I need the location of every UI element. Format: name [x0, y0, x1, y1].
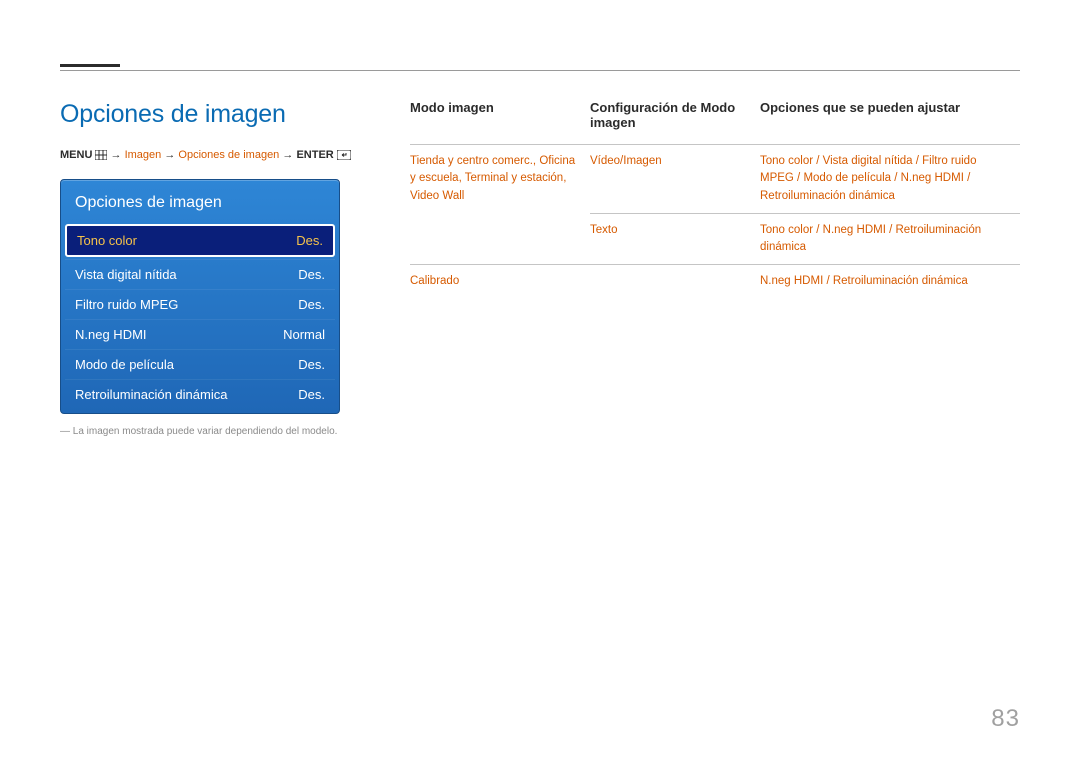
osd-row-label: Filtro ruido MPEG [75, 297, 178, 312]
osd-row[interactable]: Modo de película Des. [65, 349, 335, 379]
enter-icon [337, 150, 351, 163]
table-cell-cfg: Vídeo/Imagen [590, 145, 760, 214]
osd-panel-body: Tono colorDes.Vista digital nítidaDes.Fi… [65, 222, 335, 409]
table-cell-cfg: Texto [590, 213, 760, 265]
right-column: Modo imagen Configuración de Modo imagen… [410, 100, 1020, 437]
osd-row-value: Des. [298, 267, 325, 282]
footnote: La imagen mostrada puede variar dependie… [60, 426, 360, 437]
header-rule [60, 70, 1020, 71]
osd-row-value: Des. [298, 357, 325, 372]
osd-row-value: Des. [296, 233, 323, 248]
table-cell-opts: Tono color / N.neg HDMI / Retroiluminaci… [760, 213, 1020, 265]
osd-panel-title: Opciones de imagen [65, 184, 335, 222]
col-header-opts: Opciones que se pueden ajustar [760, 100, 1020, 145]
table-cell-mode: Tienda y centro comerc., Oficina y escue… [410, 145, 590, 265]
options-table: Modo imagen Configuración de Modo imagen… [410, 100, 1020, 299]
osd-row[interactable]: Filtro ruido MPEG Des. [65, 289, 335, 319]
breadcrumb-menu-label: MENU [60, 149, 92, 161]
table-cell-mode: Calibrado [410, 265, 760, 299]
manual-page: Opciones de imagen MENU → Imagen → Opcio… [0, 0, 1080, 763]
two-column-layout: Opciones de imagen MENU → Imagen → Opcio… [60, 100, 1020, 437]
osd-row-label: Modo de película [75, 357, 174, 372]
breadcrumb-enter-label: ENTER [296, 149, 333, 161]
breadcrumb-arrow: → [164, 149, 175, 161]
menu-breadcrumb: MENU → Imagen → Opciones de imagen → ENT… [60, 149, 360, 163]
osd-row-value: Des. [298, 387, 325, 402]
osd-row[interactable]: N.neg HDMI Normal [65, 319, 335, 349]
breadcrumb-arrow: → [282, 149, 293, 161]
left-column: Opciones de imagen MENU → Imagen → Opcio… [60, 100, 360, 437]
table-row: Tienda y centro comerc., Oficina y escue… [410, 145, 1020, 214]
osd-row[interactable]: Retroiluminación dinámica Des. [65, 379, 335, 409]
osd-row-label: Tono color [77, 233, 137, 248]
table-row: CalibradoN.neg HDMI / Retroiluminación d… [410, 265, 1020, 299]
osd-row-label: Retroiluminación dinámica [75, 387, 227, 402]
osd-row[interactable]: Tono color Des. [65, 224, 335, 257]
col-header-cfg: Configuración de Modo imagen [590, 100, 760, 145]
page-number: 83 [991, 705, 1020, 733]
osd-panel: Opciones de imagen Tono colorDes.Vista d… [60, 179, 340, 414]
header-thick-mark [60, 64, 120, 67]
breadcrumb-arrow: → [111, 149, 122, 161]
menu-grid-icon [95, 150, 107, 163]
osd-row-label: N.neg HDMI [75, 327, 147, 342]
osd-row-label: Vista digital nítida [75, 267, 177, 282]
section-title: Opciones de imagen [60, 100, 360, 129]
table-cell-opts: Tono color / Vista digital nítida / Filt… [760, 145, 1020, 214]
col-header-mode: Modo imagen [410, 100, 590, 145]
osd-row-value: Normal [283, 327, 325, 342]
table-header-row: Modo imagen Configuración de Modo imagen… [410, 100, 1020, 145]
table-cell-opts: N.neg HDMI / Retroiluminación dinámica [760, 265, 1020, 299]
osd-row[interactable]: Vista digital nítida Des. [65, 259, 335, 289]
osd-row-value: Des. [298, 297, 325, 312]
breadcrumb-part-2: Opciones de imagen [178, 149, 279, 161]
breadcrumb-part-1: Imagen [125, 149, 162, 161]
